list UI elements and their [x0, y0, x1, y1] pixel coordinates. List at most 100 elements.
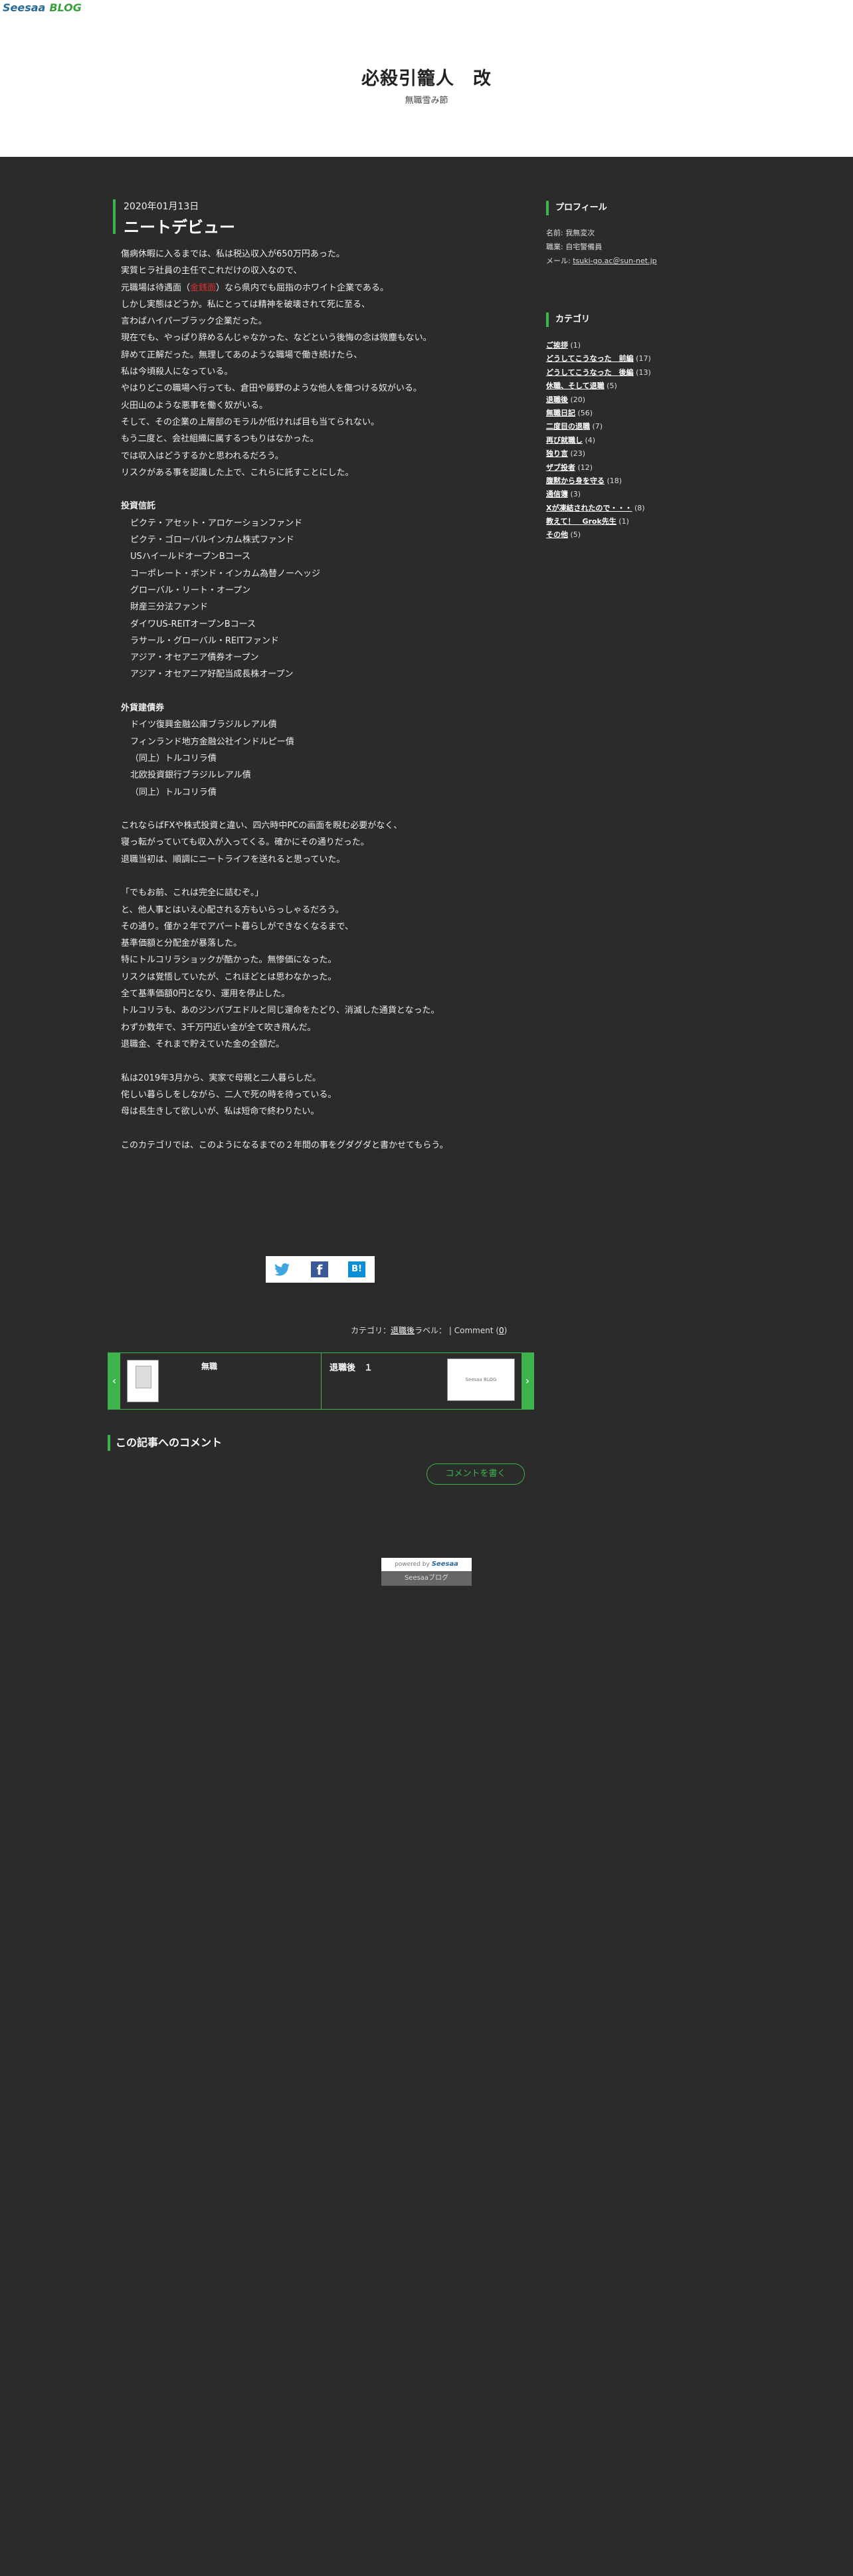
body-line: しかし実態はどうか。私にとっては精神を破壊されて死に至る、	[121, 299, 371, 310]
profile-job-label: 職業:	[546, 243, 566, 251]
category-label: カテゴリ：	[351, 1326, 391, 1335]
profile-name-row: 名前: 我無変次	[546, 226, 745, 240]
prev-arrow-icon[interactable]: ‹	[108, 1353, 120, 1409]
category-link[interactable]: ザブ投者	[546, 463, 575, 472]
body-line: わずか数年で、3千万円近い金が全て吹き飛んだ。	[121, 1022, 316, 1033]
category-count: (20)	[568, 395, 586, 404]
hatena-bookmark-icon[interactable]: B!	[348, 1261, 365, 1277]
category-count: (12)	[575, 463, 593, 472]
body-line: そして、その企業の上層部のモラルが低ければ目も当てられない。	[121, 417, 379, 427]
category-item: 教えて！ Grok先生 (1)	[546, 515, 745, 528]
prev-post-thumbnail[interactable]	[127, 1360, 159, 1402]
profile-job-row: 職業: 自宅警備員	[546, 240, 745, 254]
article: 2020年01月13日 ニートデビュー 傷病休暇に入るまでは、私は税込収入が65…	[113, 199, 538, 1154]
next-post-thumbnail[interactable]: Seesaa BLOG	[447, 1358, 515, 1401]
category-count: (4)	[583, 435, 596, 445]
site-title[interactable]: 必殺引籠人 改	[0, 64, 853, 90]
fund-item: ピクテ・ゴローバルインカム株式ファンド	[130, 535, 294, 546]
write-comment-button[interactable]: コメントを書く	[427, 1463, 525, 1485]
body-line: これならばFXや株式投資と違い、四六時中PCの画面を睨む必要がなく、	[121, 821, 403, 831]
share-buttons: f B!	[266, 1256, 375, 1283]
category-link[interactable]: 休職、そして退職	[546, 381, 605, 390]
comment-close: )	[504, 1326, 508, 1335]
category-count: (3)	[568, 490, 581, 499]
next-post-title[interactable]: 退職後 １	[330, 1360, 373, 1373]
body-line: 特にトルコリラショックが酷かった。無惨価になった。	[121, 955, 337, 966]
category-link[interactable]: 通信簿	[546, 490, 568, 498]
prev-post-title[interactable]: 無職	[201, 1360, 217, 1372]
category-count: (23)	[568, 449, 586, 459]
fund-item: コーポレート・ボンド・インカム為替ノーヘッジ	[130, 568, 321, 579]
powered-by-line: powered by Seesaa	[381, 1558, 472, 1571]
powered-brand: Seesaa	[431, 1560, 458, 1568]
facebook-icon[interactable]: f	[311, 1261, 328, 1278]
category-link[interactable]: どうしてこうなった 前編	[546, 354, 634, 363]
body-line: 火田山のような悪事を働く奴がいる。	[121, 400, 268, 411]
category-link[interactable]: ご挨拶	[546, 341, 568, 350]
body-line: 言わばハイパーブラック企業だった。	[121, 316, 267, 327]
category-link[interactable]: 教えて！ Grok先生	[546, 517, 616, 526]
category-count: (17)	[633, 354, 651, 364]
category-count: (8)	[632, 503, 645, 512]
category-link[interactable]: 腹黙から身を守る	[546, 477, 605, 485]
category-link[interactable]: 独り言	[546, 449, 568, 458]
category-link[interactable]: 無職日記	[546, 409, 575, 417]
comment-count-link[interactable]: 0	[499, 1326, 504, 1335]
body-line: 侘しい暮らしをしながら、二人で死の時を待っている。	[121, 1089, 337, 1100]
profile-heading: プロフィール	[546, 201, 745, 215]
category-count: (5)	[568, 530, 581, 540]
category-item: 腹黙から身を守る (18)	[546, 475, 745, 488]
category-count: (56)	[575, 408, 593, 417]
category-count: (1)	[568, 341, 581, 350]
category-link[interactable]: 退職後	[546, 395, 568, 404]
category-link[interactable]: 退職後	[391, 1326, 415, 1335]
powered-prefix: powered by	[395, 1561, 430, 1568]
category-item: ご挨拶 (1)	[546, 339, 745, 352]
comments-heading: この記事へのコメント	[108, 1435, 222, 1451]
profile-job: 自宅警備員	[565, 243, 603, 251]
category-link[interactable]: Xが凍結されたので・・・	[546, 504, 632, 512]
profile-mail-link[interactable]: tsuki-go.ac＠sun-net.jp	[573, 257, 656, 265]
category-item: Xが凍結されたので・・・ (8)	[546, 502, 745, 515]
seesaa-blog-logo[interactable]: Seesaa BLOG	[3, 1, 82, 14]
logo-seesaa: Seesaa	[3, 1, 46, 14]
body-line: もう二度と、会社組織に属するつもりはなかった。	[121, 434, 319, 445]
body-line: 寝っ転がっていても収入が入ってくる。確かにその通りだった。	[121, 837, 369, 848]
bond-heading: 外貨建債券	[121, 703, 165, 714]
body-line: 辞めて正解だった。無理してあのような職場で働き続けたら、	[121, 350, 363, 360]
site-subtitle: 無職雪み節	[405, 96, 448, 106]
category-item: どうしてこうなった 後編 (13)	[546, 366, 745, 379]
body-line: 元職場は待遇面（金銭面）なら県内でも屈指のホワイト企業である。	[121, 280, 538, 296]
category-link[interactable]: 二度目の退職	[546, 422, 590, 431]
category-section: カテゴリ ご挨拶 (1) どうしてこうなった 前編 (17) どうしてこうなった…	[546, 312, 745, 542]
category-link[interactable]: 再び就職し	[546, 436, 583, 445]
powered-by-badge[interactable]: powered by Seesaa Seesaaブログ	[381, 1558, 472, 1587]
label-text: ラベル：	[415, 1326, 447, 1335]
category-count: (1)	[616, 517, 629, 526]
profile-name-label: 名前:	[546, 229, 566, 237]
bond-item: （同上）トルコリラ債	[130, 787, 217, 798]
next-arrow-icon[interactable]: ›	[521, 1353, 533, 1409]
post-header: 2020年01月13日 ニートデビュー	[113, 199, 538, 237]
body-line: 基準価額と分配金が暴落した。	[121, 938, 242, 949]
body-line: このカテゴリでは、このようになるまでの２年間の事をグダグダと書かせてもらう。	[121, 1140, 448, 1150]
body-line: では収入はどうするかと思われるだろう。	[121, 451, 284, 461]
fund-item: 財産三分法ファンド	[130, 602, 209, 613]
category-item: どうしてこうなった 前編 (17)	[546, 352, 745, 366]
profile-name: 我無変次	[565, 229, 595, 237]
twitter-icon[interactable]	[274, 1261, 291, 1277]
body-line: と、他人事とはいえ心配される方もいらっしゃるだろう。	[121, 905, 344, 915]
seesaa-blog-link[interactable]: Seesaaブログ	[381, 1571, 472, 1586]
bond-item: フィンランド地方金融公社インドルピー債	[130, 736, 294, 747]
category-item: ザブ投者 (12)	[546, 461, 745, 475]
category-item: 再び就職し (4)	[546, 434, 745, 447]
body-line: 傷病休暇に入るまでは、私は税込収入が650万円あった。	[121, 249, 345, 259]
post-pager: ‹ 無職 退職後 １ Seesaa BLOG ›	[108, 1352, 534, 1410]
category-link[interactable]: その他	[546, 530, 568, 539]
post-title[interactable]: ニートデビュー	[124, 214, 538, 237]
category-item: 退職後 (20)	[546, 393, 745, 407]
category-link[interactable]: どうしてこうなった 後編	[546, 368, 634, 377]
body-line: リスクは覚悟していたが、これほどとは思わなかった。	[121, 972, 337, 982]
body-text: ）なら県内でも屈指のホワイト企業である。	[216, 282, 389, 293]
profile-mail-row: メール: tsuki-go.ac＠sun-net.jp	[546, 254, 745, 268]
